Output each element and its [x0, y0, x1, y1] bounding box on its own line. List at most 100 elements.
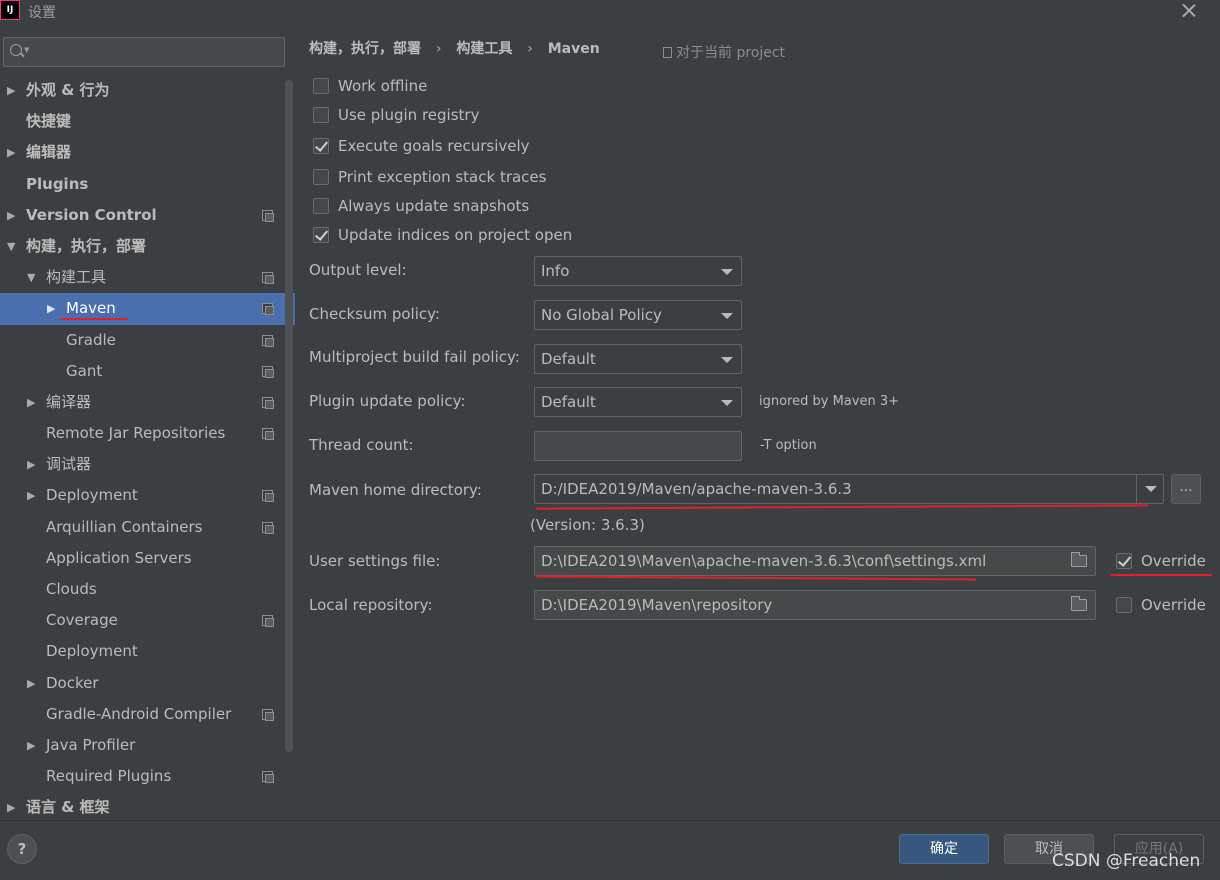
breadcrumb-item[interactable]: 构建，执行，部署: [309, 41, 421, 57]
sidebar-item-label: 外观 & 行为: [26, 81, 110, 99]
checksum-policy-select[interactable]: No Global Policy: [534, 300, 742, 330]
sidebar-item-version-control[interactable]: ▶ Version Control: [0, 200, 295, 231]
search-options-icon[interactable]: ▼: [24, 46, 29, 54]
sidebar-item-plugins[interactable]: Plugins: [0, 169, 295, 200]
scope-note: 对于当前 project: [663, 42, 785, 62]
select-value: Default: [541, 350, 596, 368]
annotation-underline: [535, 575, 977, 581]
sidebar-item-gant[interactable]: Gant: [0, 356, 295, 387]
update-indices-checkbox[interactable]: [313, 227, 329, 243]
sidebar-item-gradle[interactable]: Gradle: [0, 325, 295, 356]
folder-icon[interactable]: [1071, 552, 1087, 567]
expand-arrow-icon[interactable]: ▶: [7, 792, 21, 823]
maven-home-combo[interactable]: D:/IDEA2019/Maven/apache-maven-3.6.3: [534, 474, 1164, 504]
sidebar-item-keymap[interactable]: 快捷键: [0, 106, 295, 137]
local-repository-value[interactable]: D:\IDEA2019\Maven\repository: [541, 596, 772, 614]
breadcrumb-separator: ›: [527, 41, 533, 57]
sidebar-item-build-tools[interactable]: ▼ 构建工具: [0, 262, 295, 293]
sidebar-item-arquillian-containers[interactable]: Arquillian Containers: [0, 512, 295, 543]
help-button[interactable]: ?: [7, 834, 37, 864]
ok-button[interactable]: 确定: [899, 834, 989, 864]
sidebar-item-languages-frameworks[interactable]: ▶ 语言 & 框架: [0, 792, 295, 823]
sidebar-item-deployment[interactable]: ▶ Deployment: [0, 480, 295, 511]
collapse-arrow-icon[interactable]: ▼: [7, 231, 21, 262]
checkbox-label: Execute goals recursively: [338, 137, 530, 155]
expand-arrow-icon[interactable]: ▶: [7, 200, 21, 231]
sidebar-item-remote-jar-repositories[interactable]: Remote Jar Repositories: [0, 418, 295, 449]
sidebar-scrollbar[interactable]: [285, 80, 293, 752]
sidebar-item-clouds[interactable]: Clouds: [0, 574, 295, 605]
sidebar-item-java-profiler[interactable]: ▶ Java Profiler: [0, 730, 295, 761]
browse-button[interactable]: ...: [1171, 474, 1201, 504]
annotation-underline: [1110, 574, 1212, 576]
expand-arrow-icon[interactable]: ▶: [27, 480, 41, 511]
expand-arrow-icon[interactable]: ▶: [27, 668, 41, 699]
sidebar-item-label: Plugins: [26, 174, 89, 193]
sidebar-item-docker[interactable]: ▶ Docker: [0, 668, 295, 699]
breadcrumb-item[interactable]: 构建工具: [456, 41, 512, 57]
search-box[interactable]: ▼: [3, 37, 285, 67]
use-plugin-registry-checkbox[interactable]: [313, 107, 329, 123]
sidebar-item-editor[interactable]: ▶ 编辑器: [0, 137, 295, 168]
chevron-down-icon: [721, 269, 733, 275]
sidebar-item-label: Remote Jar Repositories: [46, 424, 226, 443]
sidebar-item-label: Gant: [66, 361, 103, 380]
execute-goals-recursively-checkbox[interactable]: [313, 138, 329, 154]
thread-count-input[interactable]: [534, 431, 742, 461]
collapse-arrow-icon[interactable]: ▼: [27, 262, 41, 293]
plugin-update-select[interactable]: Default: [534, 387, 742, 417]
print-exception-stack-traces-checkbox[interactable]: [313, 169, 329, 185]
sidebar-item-maven[interactable]: ▶ Maven: [0, 293, 295, 325]
sidebar-item-coverage[interactable]: Coverage: [0, 605, 295, 636]
user-settings-value[interactable]: D:\IDEA2019\Maven\apache-maven-3.6.3\con…: [541, 552, 986, 570]
sidebar-item-label: Docker: [46, 673, 99, 692]
expand-arrow-icon[interactable]: ▶: [27, 730, 41, 761]
expand-arrow-icon[interactable]: ▶: [7, 137, 21, 168]
sidebar-item-deployment-2[interactable]: Deployment: [0, 636, 295, 667]
sidebar-item-application-servers[interactable]: Application Servers: [0, 543, 295, 574]
chevron-down-icon: [721, 313, 733, 319]
sidebar-item-required-plugins[interactable]: Required Plugins: [0, 761, 295, 792]
watermark: CSDN @Freachen: [1052, 851, 1201, 871]
checkbox-label: Work offline: [338, 77, 428, 95]
sidebar-item-gradle-android-compiler[interactable]: Gradle-Android Compiler: [0, 699, 295, 730]
project-scope-icon: [262, 303, 274, 316]
sidebar-item-build-execution-deployment[interactable]: ▼ 构建，执行，部署: [0, 231, 295, 262]
breadcrumb-separator: ›: [435, 41, 442, 57]
always-update-snapshots-checkbox[interactable]: [313, 198, 329, 214]
local-repository-override-checkbox[interactable]: [1116, 597, 1132, 613]
plugin-update-label: Plugin update policy:: [309, 392, 466, 410]
local-repository-label: Local repository:: [309, 596, 433, 614]
user-settings-override-checkbox[interactable]: [1116, 553, 1132, 569]
work-offline-checkbox[interactable]: [313, 78, 329, 94]
app-logo-icon: IJ: [0, 0, 20, 20]
sidebar-item-label: Required Plugins: [46, 767, 172, 786]
thread-count-label: Thread count:: [309, 436, 414, 454]
sidebar-item-label: Version Control: [26, 205, 157, 224]
sidebar-item-label: Application Servers: [46, 548, 192, 567]
annotation-underline: [535, 504, 1149, 510]
expand-arrow-icon[interactable]: ▶: [27, 387, 41, 418]
checkbox-label: Update indices on project open: [338, 226, 573, 244]
user-settings-input[interactable]: D:\IDEA2019\Maven\apache-maven-3.6.3\con…: [534, 546, 1096, 576]
annotation-underline: [60, 318, 128, 321]
project-scope-icon: [262, 771, 274, 784]
breadcrumb-item: Maven: [547, 41, 600, 57]
breadcrumb: 构建，执行，部署 › 构建工具 › Maven: [309, 38, 610, 58]
sidebar-item-debugger[interactable]: ▶ 调试器: [0, 449, 295, 480]
sidebar-item-label: 调试器: [46, 455, 92, 474]
fail-policy-select[interactable]: Default: [534, 344, 742, 374]
sidebar-item-compiler[interactable]: ▶ 编译器: [0, 387, 295, 418]
folder-icon[interactable]: [1071, 596, 1087, 611]
expand-arrow-icon[interactable]: ▶: [7, 75, 21, 106]
output-level-select[interactable]: Info: [534, 256, 742, 286]
chevron-down-icon[interactable]: [1136, 475, 1163, 503]
close-icon[interactable]: [1178, 0, 1200, 22]
search-input[interactable]: [34, 40, 279, 64]
local-repository-input[interactable]: D:\IDEA2019\Maven\repository: [534, 590, 1096, 620]
sidebar-item-appearance[interactable]: ▶ 外观 & 行为: [0, 75, 295, 106]
maven-home-value[interactable]: D:/IDEA2019/Maven/apache-maven-3.6.3: [541, 480, 852, 498]
expand-arrow-icon[interactable]: ▶: [47, 293, 61, 324]
project-scope-icon: [262, 396, 274, 409]
expand-arrow-icon[interactable]: ▶: [27, 449, 41, 480]
